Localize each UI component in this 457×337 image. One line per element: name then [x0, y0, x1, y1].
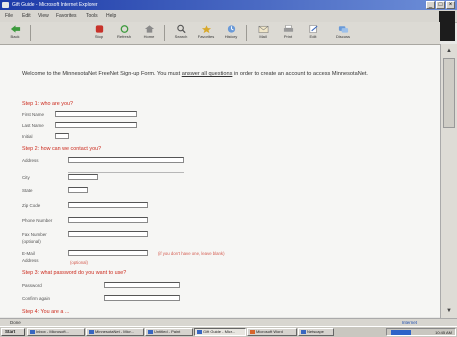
email-field[interactable] — [68, 250, 148, 256]
first-name-field[interactable] — [55, 111, 137, 117]
start-button[interactable]: Start — [1, 328, 25, 336]
state-field[interactable] — [68, 187, 88, 193]
step1-heading: Step 1: who are you? — [22, 101, 73, 107]
ie-icon — [2, 2, 9, 8]
history-button[interactable]: History — [220, 24, 242, 43]
title-bar: Gift Guide - Microsoft Internet Explorer… — [0, 0, 457, 10]
edit-button[interactable]: Edit — [302, 24, 324, 43]
home-button[interactable]: Home — [138, 24, 160, 43]
first-name-label: First Name — [22, 112, 45, 117]
minimize-button[interactable]: _ — [426, 1, 435, 9]
scroll-thumb[interactable] — [443, 58, 455, 128]
toolbar: Back Stop Refresh Home Search Favorites … — [0, 22, 440, 45]
confirm-password-label: Confirm again — [22, 296, 51, 301]
last-name-label: Last Name — [22, 123, 44, 128]
history-icon — [227, 25, 235, 33]
email-hint: (if you don't have one, leave blank) — [158, 251, 225, 256]
task-minnesotanet[interactable]: MinnesotaNet - Micr... — [86, 328, 144, 336]
zip-label: Zip Code — [22, 203, 41, 208]
address-field[interactable] — [68, 157, 184, 163]
search-icon — [176, 24, 186, 34]
address-label-field: Address — [22, 158, 39, 163]
paint-icon — [148, 330, 153, 334]
phone-field[interactable] — [68, 217, 148, 223]
stop-icon — [95, 25, 103, 33]
last-name-field[interactable] — [55, 122, 137, 128]
menu-edit[interactable]: Edit — [22, 13, 31, 19]
stop-button[interactable]: Stop — [88, 24, 110, 43]
phone-label: Phone Number — [22, 218, 53, 223]
search-button[interactable]: Search — [170, 24, 192, 43]
tray-icon[interactable] — [391, 330, 411, 335]
close-button[interactable]: × — [446, 1, 455, 9]
menu-file[interactable]: File — [5, 13, 13, 19]
security-zone: Internet — [401, 320, 417, 325]
clock: 10:45 AM — [435, 330, 452, 335]
outlook-icon — [30, 330, 35, 334]
home-icon — [144, 25, 154, 33]
menu-favorites[interactable]: Favorites — [56, 13, 77, 19]
taskbar: Start Inbox - Microsoft... MinnesotaNet … — [0, 326, 457, 337]
password-label: Password — [22, 283, 42, 288]
state-label: State — [22, 188, 33, 193]
discuss-icon — [338, 26, 348, 33]
print-button[interactable]: Print — [277, 24, 299, 43]
edit-icon — [309, 25, 318, 33]
refresh-icon — [120, 25, 128, 33]
mail-button[interactable]: Mail — [252, 24, 274, 43]
intro-text: Welcome to the MinnesotaNet FreeNet Sign… — [22, 71, 368, 77]
print-icon — [283, 25, 293, 32]
step3-heading: Step 3: what password do you want to use… — [22, 270, 127, 276]
scroll-down-icon[interactable]: ▼ — [444, 306, 454, 316]
word-icon — [250, 330, 255, 334]
favorites-button[interactable]: Favorites — [195, 24, 217, 43]
city-label: City — [22, 175, 30, 180]
task-netscape[interactable]: Netscape — [298, 328, 334, 336]
intro-link[interactable]: answer all questions — [182, 71, 233, 77]
confirm-password-field[interactable] — [104, 295, 180, 301]
ie-task-icon — [89, 330, 94, 334]
menu-tools[interactable]: Tools — [86, 13, 98, 19]
task-paint[interactable]: Untitled - Paint — [145, 328, 193, 336]
task-word[interactable]: Microsoft Word — [247, 328, 297, 336]
city-field[interactable] — [68, 174, 98, 180]
step4-heading: Step 4: You are a ... — [22, 309, 70, 315]
browser-window: Gift Guide - Microsoft Internet Explorer… — [0, 0, 457, 337]
menu-view[interactable]: View — [38, 13, 49, 19]
fax-label: Fax Number (optional) — [22, 232, 47, 244]
initial-label: Initial — [22, 134, 33, 139]
vertical-scrollbar[interactable]: ▲ ▼ — [440, 44, 457, 318]
system-tray: 10:45 AM — [386, 328, 456, 336]
mail-icon — [258, 25, 268, 33]
task-inbox[interactable]: Inbox - Microsoft... — [27, 328, 85, 336]
favorites-icon — [201, 25, 211, 34]
menu-help[interactable]: Help — [106, 13, 116, 19]
password-field[interactable] — [104, 282, 180, 288]
ie-active-icon — [197, 330, 202, 334]
task-gift-guide[interactable]: Gift Guide - Micr... — [194, 328, 246, 336]
page-content: Welcome to the MinnesotaNet FreeNet Sign… — [0, 45, 440, 317]
refresh-button[interactable]: Refresh — [113, 24, 135, 43]
step2-heading: Step 2: how can we contact you? — [22, 146, 102, 152]
email-optional-hint: (optional) — [70, 260, 88, 265]
scroll-up-icon[interactable]: ▲ — [444, 46, 454, 56]
fax-field[interactable] — [68, 231, 148, 237]
back-arrow-icon — [10, 25, 20, 33]
window-title: Gift Guide - Microsoft Internet Explorer — [12, 2, 98, 8]
status-text: Done — [10, 320, 21, 325]
ie-throbber-logo — [439, 11, 455, 41]
discuss-button[interactable]: Discuss — [332, 24, 354, 43]
zip-field[interactable] — [68, 202, 148, 208]
netscape-icon — [301, 330, 306, 334]
back-button[interactable]: Back — [4, 24, 26, 43]
email-label: E-Mail Address — [22, 251, 39, 263]
maximize-button[interactable]: □ — [436, 1, 445, 9]
initial-field[interactable] — [55, 133, 69, 139]
